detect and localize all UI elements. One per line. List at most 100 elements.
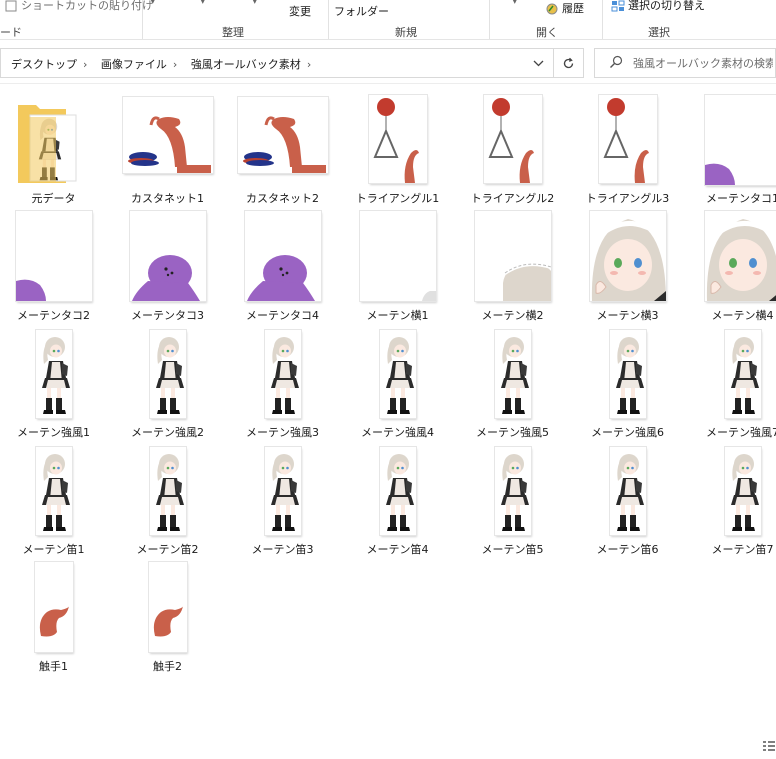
file-item[interactable]: 触手1: [0, 562, 111, 682]
details-view-icon[interactable]: [762, 740, 776, 752]
breadcrumb-current-folder[interactable]: 強風オールバック素材: [191, 58, 301, 71]
search-input[interactable]: [633, 55, 773, 72]
file-name: メーテンタコ2: [17, 309, 90, 322]
image-thumbnail: [245, 211, 321, 301]
file-name: メーテン笛4: [366, 543, 429, 556]
new-folder-button[interactable]: フォルダー: [334, 3, 389, 19]
file-item[interactable]: 触手2: [110, 562, 225, 682]
image-thumbnail: [705, 95, 776, 185]
image-thumbnail: [599, 95, 657, 183]
file-name: メーテン強風7: [706, 426, 776, 439]
breadcrumb-chevron-icon[interactable]: ›: [173, 58, 177, 71]
file-item[interactable]: メーテン笛7: [685, 445, 776, 565]
file-name: メーテンタコ3: [131, 309, 204, 322]
file-name: メーテン笛3: [251, 543, 314, 556]
file-item[interactable]: メーテン笛6: [570, 445, 685, 565]
file-name: 元データ: [31, 192, 76, 205]
search-box[interactable]: [594, 48, 776, 78]
file-name: メーテン強風4: [361, 426, 434, 439]
refresh-button[interactable]: [553, 48, 583, 78]
image-thumbnail: [360, 211, 436, 301]
breadcrumb-images[interactable]: 画像ファイル: [101, 58, 167, 71]
invert-selection-button[interactable]: 選択の切り替え: [611, 0, 705, 13]
image-thumbnail: [123, 97, 213, 173]
file-name: メーテン強風1: [17, 426, 90, 439]
file-item[interactable]: メーテンタコ4: [225, 211, 340, 331]
image-thumbnail: [36, 447, 72, 535]
file-name: トライアングル3: [585, 192, 670, 205]
file-item[interactable]: メーテン笛5: [455, 445, 570, 565]
image-thumbnail: [35, 562, 73, 652]
file-name: トライアングル2: [470, 192, 555, 205]
file-item[interactable]: メーテン強風1: [0, 328, 111, 448]
file-item[interactable]: トライアングル3: [570, 95, 685, 215]
file-name: 触手2: [153, 660, 182, 673]
details-view-icon-glyph: [763, 741, 775, 751]
file-name: メーテン笛2: [136, 543, 199, 556]
image-thumbnail: [495, 447, 531, 535]
image-thumbnail: [705, 211, 776, 301]
breadcrumb-desktop[interactable]: デスクトップ: [11, 58, 77, 71]
file-name: メーテン横1: [366, 309, 429, 322]
file-name: 触手1: [39, 660, 68, 673]
file-item[interactable]: メーテン横4: [685, 211, 776, 331]
breadcrumb-chevron-icon[interactable]: ›: [307, 58, 311, 71]
file-name: メーテン強風5: [476, 426, 549, 439]
file-item[interactable]: メーテン強風6: [570, 328, 685, 448]
file-item[interactable]: メーテン笛2: [110, 445, 225, 565]
history-label: 履歴: [562, 2, 584, 15]
image-thumbnail: [150, 330, 186, 418]
image-thumbnail: [149, 562, 187, 652]
file-name: メーテン横3: [596, 309, 659, 322]
file-item[interactable]: カスタネット1: [110, 95, 225, 215]
open-group-label: 開く: [536, 26, 558, 39]
open-button-partial[interactable]: ▾: [512, 0, 518, 7]
search-icon: [610, 55, 623, 68]
file-item[interactable]: メーテン笛4: [340, 445, 455, 565]
paste-shortcut-icon: [5, 0, 17, 12]
file-item[interactable]: メーテン強風5: [455, 328, 570, 448]
rename-button[interactable]: 変更: [289, 3, 311, 19]
file-item[interactable]: メーテンタコ3: [110, 211, 225, 331]
file-item[interactable]: メーテン強風2: [110, 328, 225, 448]
file-item[interactable]: メーテン横2: [455, 211, 570, 331]
paste-shortcut-button[interactable]: ショートカットの貼り付け: [4, 0, 153, 13]
breadcrumb: デスクトップ › 画像ファイル › 強風オールバック素材 ›: [11, 56, 321, 72]
file-item[interactable]: メーテン強風3: [225, 328, 340, 448]
delete-button-partial[interactable]: ▾: [252, 0, 258, 7]
file-name: メーテン横4: [711, 309, 774, 322]
file-item[interactable]: メーテン強風4: [340, 328, 455, 448]
image-thumbnail: [590, 211, 666, 301]
invert-selection-label: 選択の切り替え: [628, 0, 705, 12]
address-bar[interactable]: デスクトップ › 画像ファイル › 強風オールバック素材 ›: [0, 48, 584, 78]
ribbon: ショートカットの貼り付け ード ▾ ▾ ▾ 変更 整理 フォルダー 新規 ▾ 履…: [0, 0, 776, 40]
address-history-dropdown[interactable]: [526, 48, 550, 78]
file-name: カスタネット2: [246, 192, 319, 205]
image-thumbnail: [130, 211, 206, 301]
file-item[interactable]: メーテンタコ2: [0, 211, 111, 331]
file-item[interactable]: メーテン横1: [340, 211, 455, 331]
chevron-down-icon: [533, 60, 543, 66]
file-name: メーテン強風6: [591, 426, 664, 439]
invert-selection-icon: [611, 0, 625, 12]
file-item[interactable]: カスタネット2: [225, 95, 340, 215]
file-item[interactable]: メーテン強風7: [685, 328, 776, 448]
file-item[interactable]: メーテン笛1: [0, 445, 111, 565]
copy-to-button-partial[interactable]: ▾: [200, 0, 206, 7]
file-item[interactable]: メーテンタコ1: [685, 95, 776, 215]
file-item[interactable]: メーテン笛3: [225, 445, 340, 565]
refresh-icon: [563, 57, 574, 68]
file-name: メーテン笛6: [596, 543, 659, 556]
file-item[interactable]: メーテン横3: [570, 211, 685, 331]
breadcrumb-chevron-icon[interactable]: ›: [83, 58, 87, 71]
file-item[interactable]: トライアングル2: [455, 95, 570, 215]
image-thumbnail: [495, 330, 531, 418]
file-item[interactable]: 元データ: [0, 95, 111, 215]
history-icon: [546, 3, 558, 15]
move-to-button-partial[interactable]: ▾: [150, 0, 156, 7]
image-thumbnail: [369, 95, 427, 183]
file-name: メーテンタコ1: [706, 192, 776, 205]
file-item[interactable]: トライアングル1: [340, 95, 455, 215]
history-button[interactable]: 履歴: [545, 0, 584, 16]
file-name: メーテンタコ4: [246, 309, 319, 322]
